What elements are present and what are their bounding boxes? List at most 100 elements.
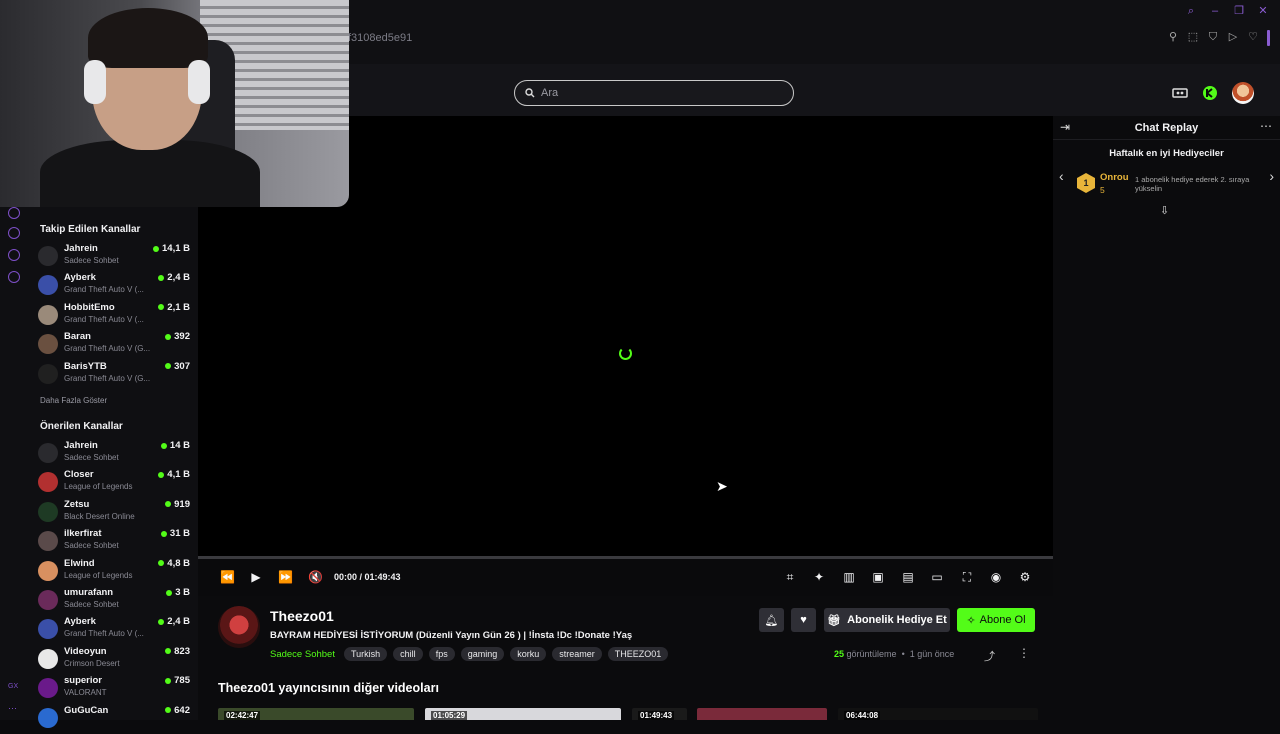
channel-avatar	[38, 363, 58, 384]
notification-bell-button[interactable]: 🔔︎	[759, 608, 784, 632]
video-thumbnail[interactable]	[697, 708, 827, 720]
shield-icon[interactable]: ⛉	[1207, 30, 1219, 44]
tag[interactable]: Turkish	[344, 647, 388, 661]
other-videos-title: Theezo01 yayıncısının diğer videoları	[218, 681, 439, 695]
channel-list-item[interactable]: umurafann Sadece Sohbet 3 B	[38, 587, 190, 616]
channel-avatar	[38, 648, 58, 669]
restore-icon[interactable]: ❐	[1232, 4, 1246, 18]
fast-forward-icon[interactable]: ⏩	[278, 570, 293, 584]
heart-icon[interactable]: ♡	[1247, 30, 1259, 44]
gift-subscription-button[interactable]: 🎁︎ Abonelik Hediye Et	[824, 608, 950, 632]
history-icon[interactable]	[8, 227, 20, 239]
headphone-left	[84, 60, 106, 104]
channel-category: Grand Theft Auto V (...	[64, 629, 144, 639]
channel-list-item[interactable]: Baran Grand Theft Auto V (G... 392	[38, 331, 190, 360]
speed-icon[interactable]: ◉	[989, 570, 1003, 584]
channel-list-item[interactable]: Closer League of Legends 4,1 B	[38, 469, 190, 498]
viewer-count-value: 2,4 B	[167, 272, 190, 284]
channel-list-item[interactable]: ilkerfirat Sadece Sohbet 31 B	[38, 528, 190, 557]
channel-list-item[interactable]: Ayberk Grand Theft Auto V (... 2,4 B	[38, 616, 190, 645]
channel-list-item[interactable]: Elwind League of Legends 4,8 B	[38, 558, 190, 587]
video-thumbnail[interactable]: 02:42:47	[218, 708, 414, 720]
chevron-left-icon[interactable]: ‹	[1059, 168, 1064, 184]
more-icon[interactable]: ⋯	[8, 703, 17, 714]
channel-name[interactable]: Theezo01	[270, 608, 334, 624]
play-icon[interactable]: ▷	[1227, 30, 1239, 44]
channel-avatar	[38, 472, 58, 493]
channel-list-item[interactable]: Videoyun Crimson Desert 823	[38, 646, 190, 675]
sparkle-icon[interactable]: ✦	[812, 570, 826, 584]
close-icon[interactable]: ✕	[1256, 4, 1270, 18]
channel-list-item[interactable]: Zetsu Black Desert Online 919	[38, 499, 190, 528]
user-avatar[interactable]	[1232, 82, 1254, 104]
search-icon[interactable]: ⌕	[1184, 4, 1198, 18]
rewind-icon[interactable]: ⏪	[220, 570, 235, 584]
channel-category: Sadece Sohbet	[64, 600, 119, 609]
share-icon[interactable]: ⤴	[984, 648, 995, 664]
sidebar-toggle-bar[interactable]	[1267, 30, 1270, 46]
view-count: 25	[834, 649, 845, 659]
thumbnail-duration: 01:05:29	[431, 711, 468, 720]
clips-icon[interactable]	[1172, 85, 1188, 101]
kick-logo-icon[interactable]	[1202, 85, 1218, 101]
viewer-count: 4,8 B	[158, 558, 190, 569]
settings-icon[interactable]	[8, 271, 20, 283]
tag[interactable]: fps	[428, 647, 455, 661]
tag[interactable]: gaming	[460, 647, 505, 661]
following-icon[interactable]	[8, 249, 20, 261]
channel-name: HobbitEmo	[64, 301, 115, 313]
gx-icon[interactable]: GX	[8, 683, 18, 690]
miniplayer-icon[interactable]: ▣	[871, 570, 885, 584]
channel-avatar[interactable]	[218, 606, 260, 648]
video-thumbnail[interactable]: 01:49:43	[632, 708, 687, 720]
minimize-icon[interactable]: –	[1208, 4, 1222, 18]
stream-category[interactable]: Sadece Sohbet	[270, 649, 335, 660]
channel-category: Sadece Sohbet	[64, 256, 119, 265]
cast-icon[interactable]: ▤	[901, 570, 915, 584]
more-options-icon[interactable]: ⋮	[1018, 646, 1030, 660]
crop-icon[interactable]: ⌗	[783, 570, 797, 584]
pin-icon[interactable]: ⚲	[1167, 30, 1179, 44]
tag[interactable]: korku	[510, 647, 547, 661]
chevron-right-icon[interactable]: ›	[1269, 168, 1274, 184]
expand-down-icon[interactable]: ⇩	[1160, 204, 1169, 217]
channel-name: Ayberk	[64, 616, 96, 628]
channel-list-item[interactable]: Jahrein Sadece Sohbet 14 B	[38, 440, 190, 469]
channel-name: ilkerfirat	[64, 528, 102, 540]
subscribe-button[interactable]: ✧ Abone Ol	[957, 608, 1035, 632]
channel-list-item[interactable]: superior VALORANT 785	[38, 675, 190, 704]
channel-category: Grand Theft Auto V (...	[64, 285, 144, 295]
channel-name: Elwind	[64, 557, 95, 569]
tag[interactable]: THEEZO01	[607, 647, 669, 661]
channel-list-item[interactable]: HobbitEmo Grand Theft Auto V (... 2,1 B	[38, 302, 190, 331]
theater-mode-icon[interactable]: ▭	[930, 570, 944, 584]
address-bar[interactable]: f3108ed5e91	[348, 32, 412, 44]
settings-icon[interactable]: ⚙	[1018, 570, 1032, 584]
snapshot-icon[interactable]: ⬚	[1187, 30, 1199, 44]
play-icon[interactable]: ▶	[249, 570, 263, 584]
channel-list-item[interactable]: Jahrein Sadece Sohbet 14,1 B	[38, 243, 190, 272]
channel-list-item[interactable]: GuGuCan 642	[38, 705, 190, 734]
channel-name: Jahrein	[64, 440, 98, 451]
channel-avatar	[38, 443, 58, 463]
follow-button[interactable]: ♥	[791, 608, 816, 632]
tag[interactable]: chill	[393, 647, 423, 661]
show-more-link[interactable]: Daha Fazla Göster	[40, 396, 107, 405]
tag[interactable]: streamer	[552, 647, 602, 661]
viewer-count-value: 642	[174, 704, 190, 716]
channel-list-item[interactable]: Ayberk Grand Theft Auto V (... 2,4 B	[38, 272, 190, 301]
live-dot-icon	[158, 304, 165, 311]
stats-icon[interactable]: ▥	[842, 570, 856, 584]
gifter-name[interactable]: Onrou	[1100, 172, 1129, 183]
channel-list-item[interactable]: BarisYTB Grand Theft Auto V (G... 307	[38, 361, 190, 390]
search-input[interactable]: Ara	[514, 80, 794, 106]
viewer-count-value: 823	[174, 645, 190, 657]
browse-icon[interactable]	[8, 207, 20, 219]
fullscreen-icon[interactable]: ⛶	[960, 570, 974, 584]
viewer-count-value: 4,8 B	[167, 557, 190, 569]
video-thumbnail[interactable]: 01:05:29	[425, 708, 621, 720]
chat-menu-icon[interactable]: ⋯	[1260, 119, 1272, 133]
video-thumbnail[interactable]: 06:44:08	[838, 708, 1038, 720]
mute-icon[interactable]: 🔇	[308, 570, 323, 584]
channel-avatar	[38, 275, 58, 296]
